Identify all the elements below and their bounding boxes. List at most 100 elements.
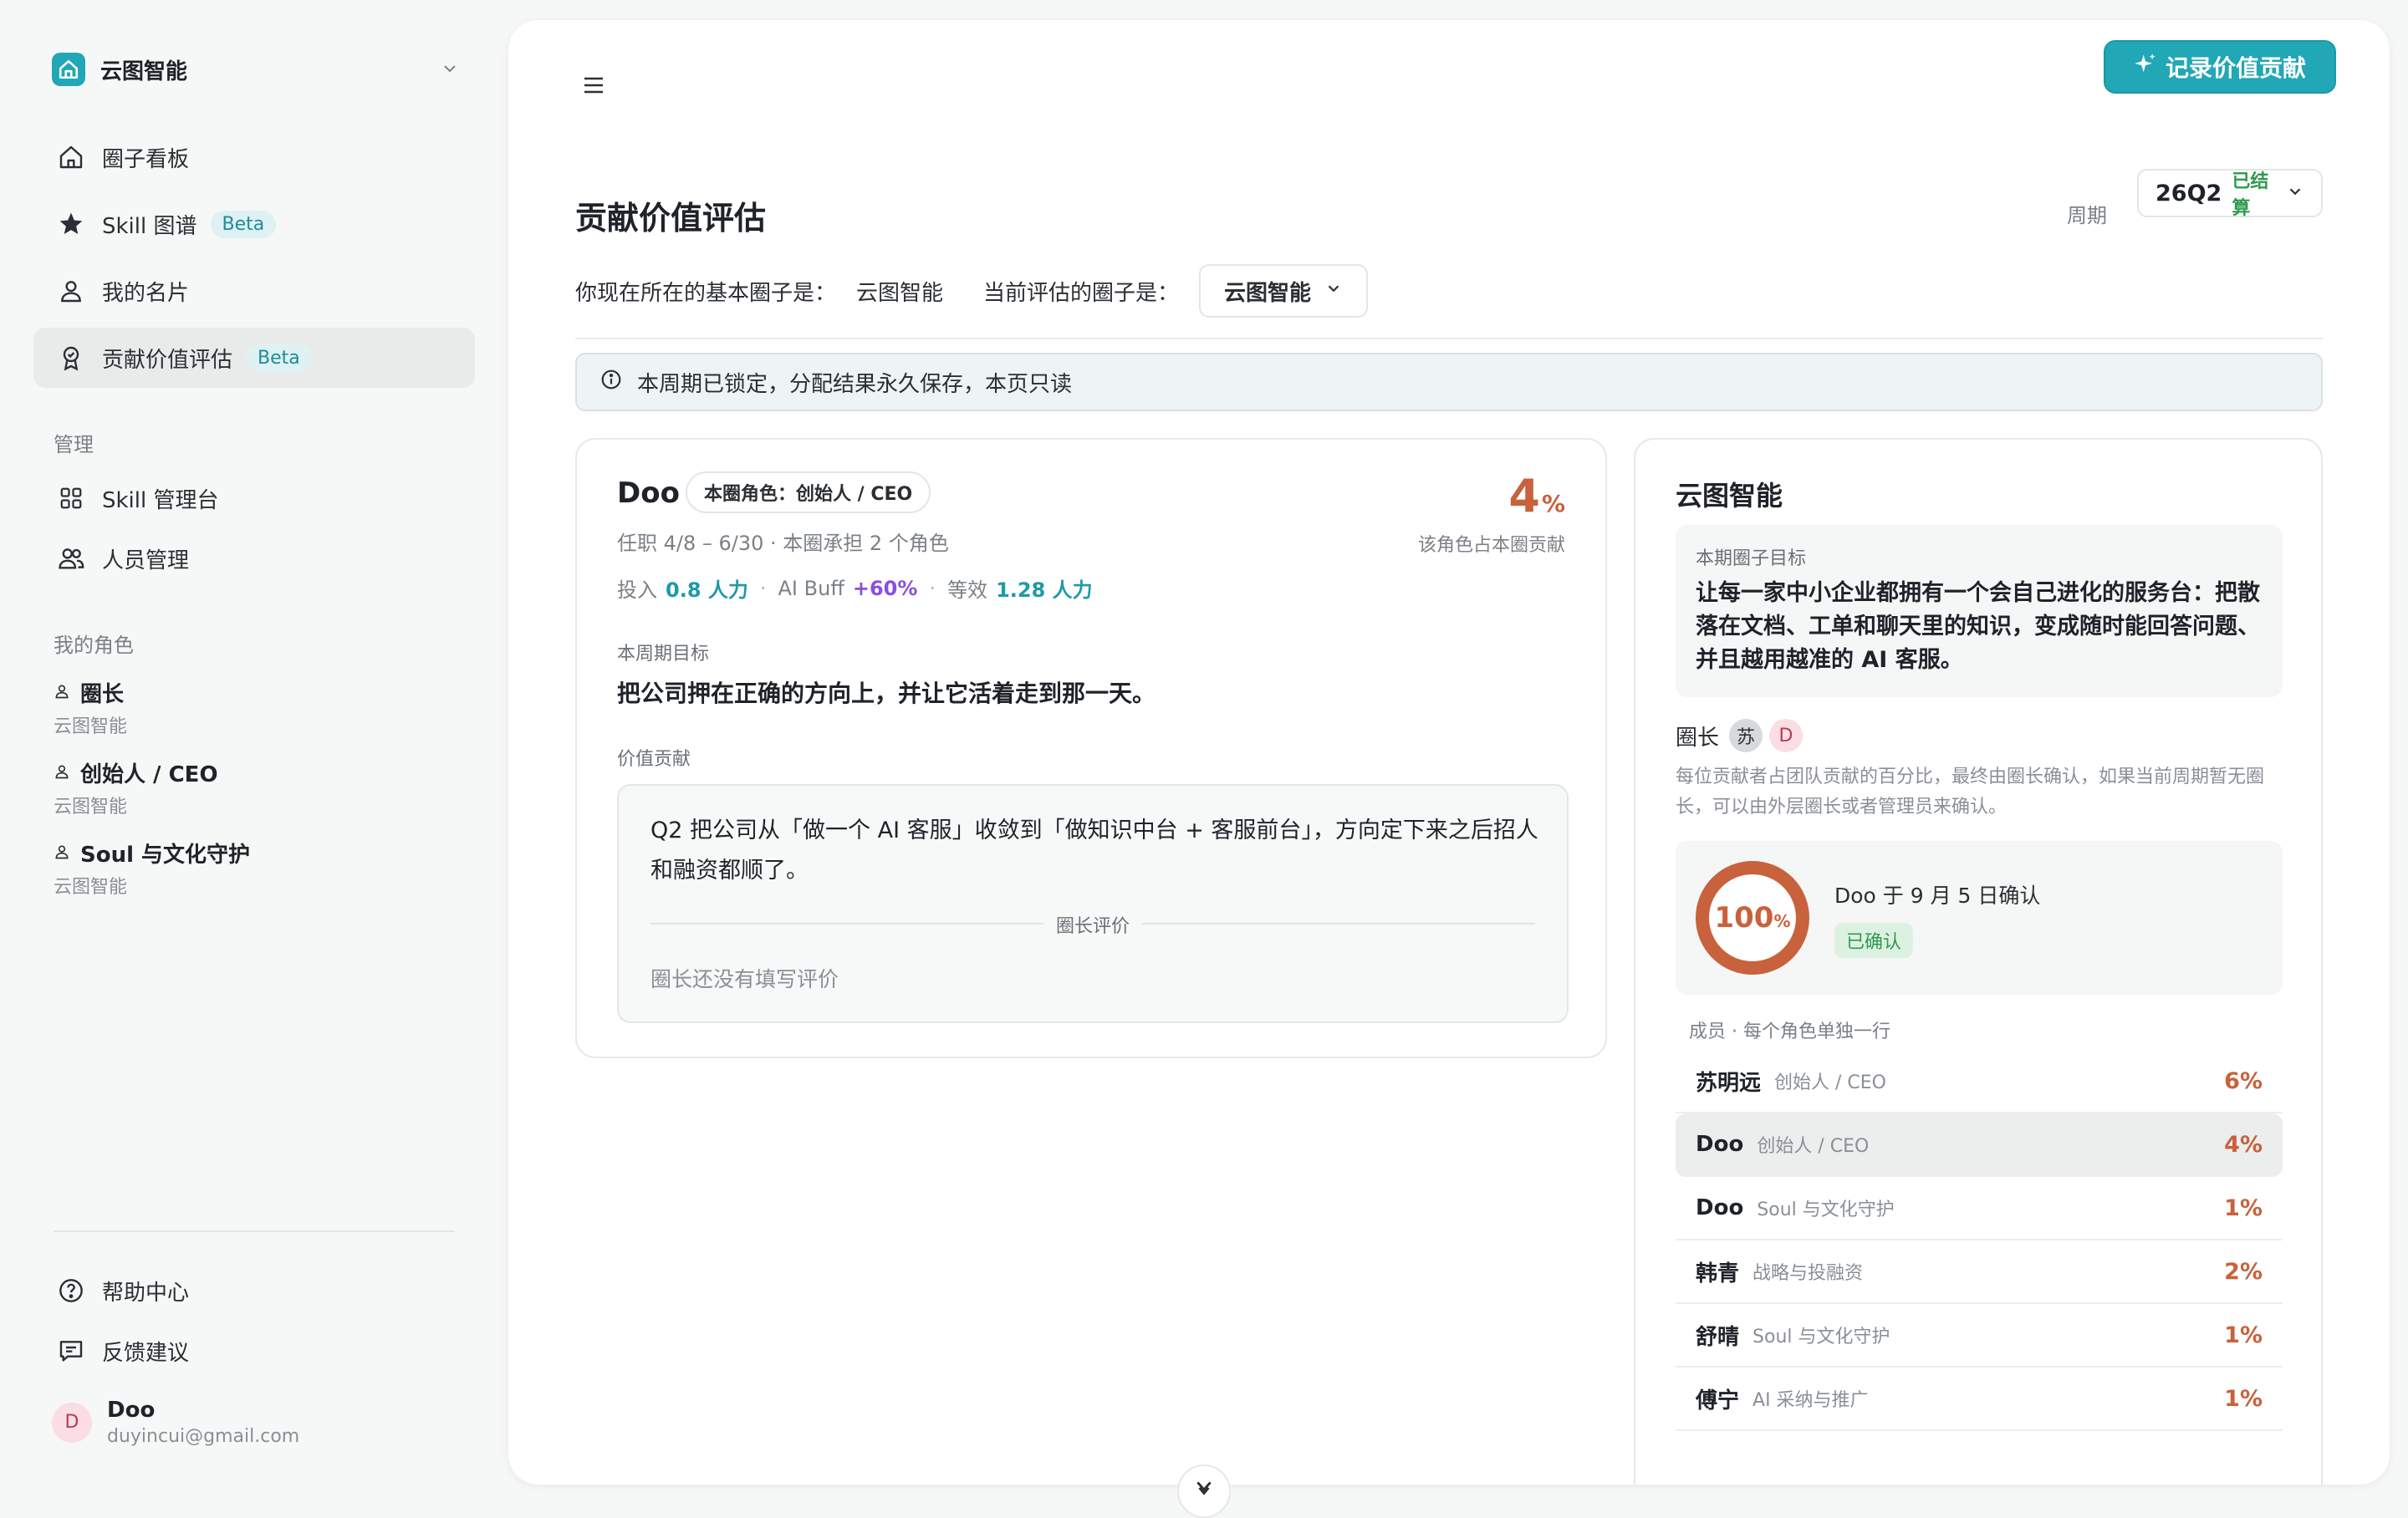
workspace-switcher[interactable]: 云图智能	[52, 52, 460, 87]
nav-item-help[interactable]: 帮助中心	[33, 1261, 475, 1321]
manage-section-title: 管理	[54, 433, 94, 456]
contribution-text: Q2 把公司从「做一个 AI 客服」收敛到「做知识中台 + 客服前台」，方向定下…	[650, 818, 1538, 884]
member-row[interactable]: 苏明远 创始人 / CEO 6%	[1676, 1050, 2283, 1113]
period-status-badge: 已结算	[2232, 171, 2269, 219]
period-goal-text: 把公司押在正确的方向上，并让它活着走到那一天。	[617, 680, 1156, 707]
grid-icon	[55, 482, 87, 514]
user-email: duyincui@gmail.com	[107, 1426, 300, 1447]
nav-item-circle-board[interactable]: 圈子看板	[33, 127, 475, 187]
workspace-logo-icon	[52, 53, 85, 86]
scroll-down-button[interactable]	[1177, 1465, 1231, 1518]
eval-circle-value: 云图智能	[1224, 280, 1312, 306]
member-row-selected[interactable]: Doo 创始人 / CEO 4%	[1676, 1113, 2283, 1177]
role-name: 圈长	[80, 682, 125, 707]
member-name: 苏明远	[1696, 1070, 1762, 1096]
member-percentage: 1%	[2224, 1195, 2263, 1221]
divider	[1142, 923, 1535, 925]
person-contribution-card: Doo 本圈角色：创始人 / CEO 4% 该角色占本圈贡献 任职 4/8 – …	[575, 438, 1607, 1058]
ring-value: 100	[1714, 901, 1774, 935]
member-row[interactable]: Doo Soul 与文化守护 1%	[1676, 1177, 2283, 1240]
contribution-label: 价值贡献	[617, 749, 691, 770]
nav-label: 贡献价值评估	[102, 347, 233, 373]
input-label: 投入	[617, 578, 657, 602]
person-name: Doo	[617, 476, 680, 510]
beta-badge: Beta	[246, 344, 312, 372]
member-percentage: 1%	[2224, 1322, 2263, 1348]
eval-circle-label: 当前评估的圈子是：	[983, 280, 1180, 306]
avatar: D	[1769, 719, 1803, 752]
member-role: 战略与投融资	[1752, 1263, 1864, 1284]
member-name: 韩青	[1696, 1261, 1740, 1286]
user-small-icon	[54, 763, 70, 783]
home-icon	[55, 141, 87, 173]
percentage-caption: 该角色占本圈贡献	[1417, 535, 1565, 556]
input-value: 0.8 人力	[666, 578, 748, 602]
nav-item-people-admin[interactable]: 人员管理	[33, 528, 475, 588]
role-circle: 云图智能	[54, 877, 128, 898]
leader-review-label: 圈长评价	[1055, 916, 1130, 937]
record-button-label: 记录价值贡献	[2165, 54, 2306, 82]
feedback-icon	[55, 1335, 87, 1367]
period-goal-label: 本周期目标	[617, 644, 710, 665]
base-circle-label: 你现在所在的基本圈子是：	[575, 280, 837, 306]
nav-item-skill-graph[interactable]: Skill 图谱 Beta	[33, 194, 475, 254]
chevron-down-icon	[1193, 1478, 1215, 1503]
user-small-icon	[54, 683, 70, 703]
circle-goal-label: 本期圈子目标	[1696, 548, 1807, 569]
nav-label: 反馈建议	[102, 1340, 190, 1366]
member-name: Doo	[1696, 1132, 1744, 1157]
confirmation-box: 100% Doo 于 9 月 5 日确认 已确认	[1676, 841, 2283, 995]
buff-value: +60%	[852, 576, 918, 600]
roles-section-title: 我的角色	[54, 634, 134, 657]
chevron-down-icon	[2286, 182, 2304, 204]
beta-badge: Beta	[210, 210, 277, 238]
member-name: 傅宁	[1696, 1388, 1740, 1414]
chevron-down-icon	[440, 59, 460, 82]
confirmed-by-text: Doo 于 9 月 5 日确认	[1834, 884, 2041, 908]
member-row[interactable]: 韩青 战略与投融资 2%	[1676, 1240, 2283, 1304]
divider	[575, 338, 2323, 339]
leader-description: 每位贡献者占团队贡献的百分比，最终由圈长确认，如果当前周期暂无圈长，可以由外层圈…	[1676, 767, 2265, 818]
sidebar: 云图智能 圈子看板 Skill 图谱 Beta 我的名片 贡献价值评估 Beta…	[0, 0, 493, 1505]
leader-label: 圈长	[1676, 725, 1720, 751]
effort-metrics: 投入 0.8 人力 · AI Buff +60% · 等效 1.28 人力	[617, 573, 1093, 603]
nav-label: Skill 管理台	[102, 487, 219, 513]
role-item[interactable]: Soul 与文化守护 云图智能	[54, 838, 455, 899]
circle-goal-box: 本期圈子目标 让每一家中小企业都拥有一个会自己进化的服务台：把散落在文档、工单和…	[1676, 525, 2283, 697]
nav-item-contribution-eval[interactable]: 贡献价值评估 Beta	[33, 328, 475, 388]
contribution-box: Q2 把公司从「做一个 AI 客服」收敛到「做知识中台 + 客服前台」，方向定下…	[617, 784, 1569, 1023]
member-percentage: 2%	[2224, 1258, 2263, 1285]
tenure-text: 任职 4/8 – 6/30 · 本圈承担 2 个角色	[617, 532, 949, 555]
role-item[interactable]: 创始人 / CEO 云图智能	[54, 757, 455, 818]
main-panel: 记录价值贡献 贡献价值评估 周期 26Q2 已结算 你现在所在的基本圈子是： 云…	[508, 20, 2390, 1485]
record-contribution-button[interactable]: 记录价值贡献	[2103, 40, 2336, 94]
role-name: 创始人 / CEO	[80, 762, 218, 787]
separator-dot: ·	[759, 576, 767, 600]
leader-review-empty: 圈长还没有填写评价	[650, 967, 839, 991]
nav-item-feedback[interactable]: 反馈建议	[33, 1321, 475, 1381]
ring-unit: %	[1773, 911, 1791, 931]
role-circle: 云图智能	[54, 716, 128, 737]
confirmation-percentage: 100%	[1694, 859, 1811, 976]
menu-icon[interactable]	[575, 67, 612, 104]
member-row[interactable]: 傅宁 AI 采纳与推广 1%	[1676, 1368, 2283, 1431]
eval-circle-select[interactable]: 云图智能	[1199, 264, 1369, 318]
user-profile[interactable]: D Doo duyincui@gmail.com	[52, 1398, 299, 1447]
nav-label: 人员管理	[102, 548, 190, 573]
period-value: 26Q2	[2155, 180, 2222, 206]
user-small-icon	[54, 843, 70, 863]
base-circle-value: 云图智能	[856, 280, 944, 306]
avatar: D	[52, 1402, 92, 1443]
leader-row: 圈长 苏 D	[1676, 719, 1803, 752]
nav-label: Skill 图谱	[102, 213, 197, 239]
nav-item-skill-admin[interactable]: Skill 管理台	[33, 468, 475, 528]
equiv-label: 等效	[947, 578, 988, 602]
nav-label: 我的名片	[102, 280, 190, 306]
role-item[interactable]: 圈长 云图智能	[54, 677, 455, 738]
period-select[interactable]: 26Q2 已结算	[2137, 169, 2323, 219]
members-label: 成员 · 每个角色单独一行	[1689, 1021, 1890, 1042]
member-row[interactable]: 舒晴 Soul 与文化守护 1%	[1676, 1304, 2283, 1368]
member-role: AI 采纳与推广	[1752, 1390, 1869, 1411]
nav-item-my-card[interactable]: 我的名片	[33, 261, 475, 321]
member-percentage: 4%	[2224, 1131, 2263, 1158]
